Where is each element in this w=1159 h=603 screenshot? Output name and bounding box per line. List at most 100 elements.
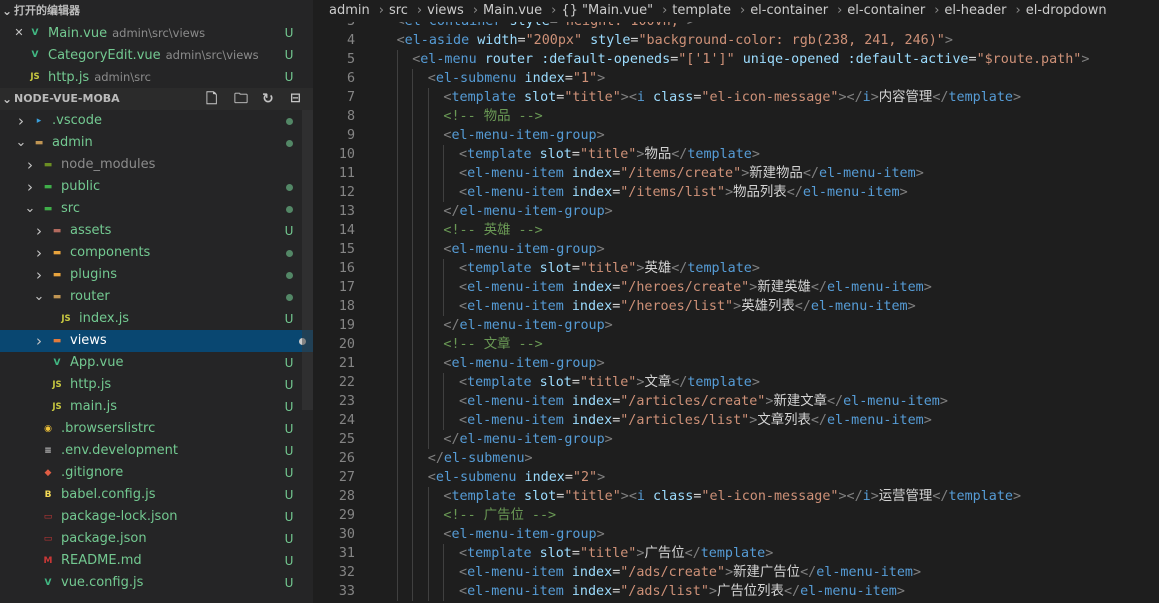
open-editor-item[interactable]: V CategoryEdit.vue admin\src\views U: [0, 44, 300, 66]
chevron-down-icon[interactable]: ⌄: [32, 286, 46, 308]
code-line[interactable]: 29 <!-- 广告位 -->: [313, 506, 1159, 525]
breadcrumb-item[interactable]: Main.vue: [483, 3, 542, 18]
tree-item-readme-md[interactable]: M README.md U: [0, 550, 300, 572]
open-editor-item[interactable]: ✕ V Main.vue admin\src\views U: [0, 22, 300, 44]
chevron-down-icon[interactable]: ⌄: [23, 198, 37, 220]
breadcrumb-item[interactable]: el-dropdown: [1026, 3, 1107, 18]
tree-item-http-js[interactable]: JS http.js U: [0, 374, 300, 396]
new-file-icon[interactable]: 🗋: [206, 88, 217, 110]
code-line[interactable]: 4 <el-aside width="200px" style="backgrou…: [313, 31, 1159, 50]
tree-item-label: plugins: [70, 267, 117, 282]
code-text: <el-menu-item index="/items/list">物品列表</…: [459, 185, 908, 200]
breadcrumb-item[interactable]: {} "Main.vue": [561, 3, 653, 18]
tree-item-views[interactable]: › ▬ views: [0, 330, 313, 352]
breadcrumb-item[interactable]: el-container: [847, 3, 925, 18]
code-line[interactable]: 23 <el-menu-item index="/articles/create"…: [313, 392, 1159, 411]
code-line[interactable]: 28 <template slot="title"><i class="el-ic…: [313, 487, 1159, 506]
close-icon[interactable]: ✕: [12, 22, 26, 44]
code-line[interactable]: 13 </el-menu-item-group>: [313, 202, 1159, 221]
tree-item-node-modules[interactable]: › ▬ node_modules: [0, 154, 300, 176]
chevron-right-icon[interactable]: ›: [32, 242, 46, 264]
tree-item-index-js[interactable]: JS index.js U: [0, 308, 300, 330]
code-line[interactable]: 17 <el-menu-item index="/heroes/create">新…: [313, 278, 1159, 297]
tree-item-browserslistrc[interactable]: ◉ .browserslistrc U: [0, 418, 300, 440]
breadcrumb-item[interactable]: views: [427, 3, 464, 18]
code-line[interactable]: 30 <el-menu-item-group>: [313, 525, 1159, 544]
tree-item-main-js[interactable]: JS main.js U: [0, 396, 300, 418]
chevron-right-icon[interactable]: ›: [14, 110, 28, 132]
breadcrumb-item[interactable]: el-header: [944, 3, 1006, 18]
tree-item-package-json[interactable]: ▭ package.json U: [0, 528, 300, 550]
chevron-right-icon[interactable]: ›: [32, 330, 46, 352]
chevron-right-icon[interactable]: ›: [32, 220, 46, 242]
tree-item-label: package-lock.json: [61, 509, 178, 524]
code-line[interactable]: 14 <!-- 英雄 -->: [313, 221, 1159, 240]
code-line[interactable]: 18 <el-menu-item index="/heroes/list">英雄列…: [313, 297, 1159, 316]
refresh-icon[interactable]: ↻: [262, 88, 274, 110]
code-editor[interactable]: 3<el-container style="height: 100vh;">4<…: [313, 0, 1159, 603]
tree-item-plugins[interactable]: › ▬ plugins: [0, 264, 300, 286]
code-line[interactable]: 6 <el-submenu index="1">: [313, 69, 1159, 88]
breadcrumb-item[interactable]: template: [672, 3, 731, 18]
code-line[interactable]: 25 </el-menu-item-group>: [313, 430, 1159, 449]
line-number: 20: [338, 337, 355, 352]
code-line[interactable]: 11 <el-menu-item index="/items/create">新建…: [313, 164, 1159, 183]
tree-item-vue-config-js[interactable]: Vvue.config.js U: [0, 572, 300, 594]
code-line[interactable]: 22 <template slot="title">文章</template>: [313, 373, 1159, 392]
breadcrumb-item[interactable]: el-container: [750, 3, 828, 18]
code-line[interactable]: 12 <el-menu-item index="/items/list">物品列表…: [313, 183, 1159, 202]
workspace-header[interactable]: ⌄ NODE-VUE-MOBA 🗋 🗀 ↻ ⊟: [0, 88, 313, 110]
code-line[interactable]: 10 <template slot="title">物品</template>: [313, 145, 1159, 164]
code-line[interactable]: 7 <template slot="title"><i class="el-ico…: [313, 88, 1159, 107]
tree-item-package-lock-json[interactable]: ▭ package-lock.json U: [0, 506, 300, 528]
chevron-right-icon[interactable]: ›: [23, 176, 37, 198]
new-folder-icon[interactable]: 🗀: [234, 88, 248, 110]
code-line[interactable]: 24 <el-menu-item index="/articles/list">文…: [313, 411, 1159, 430]
chevron-right-icon[interactable]: ›: [23, 154, 37, 176]
code-text: <el-menu-item index="/items/create">新建物品…: [459, 166, 924, 181]
tree-item-label: components: [70, 245, 151, 260]
modified-dot: [286, 250, 293, 257]
indent-guide: [427, 164, 429, 183]
modified-dot: [286, 272, 293, 279]
code-line[interactable]: 20 <!-- 文章 -->: [313, 335, 1159, 354]
code-line[interactable]: 27 <el-submenu index="2">: [313, 468, 1159, 487]
indent-guide: [396, 487, 398, 506]
code-line[interactable]: 5 <el-menu router :default-openeds="['1']…: [313, 50, 1159, 69]
tree-item-gitignore[interactable]: ◆ .gitignore U: [0, 462, 300, 484]
tree-item-assets[interactable]: › ▬ assets U: [0, 220, 300, 242]
code-line[interactable]: 32 <el-menu-item index="/ads/create">新建广告…: [313, 563, 1159, 582]
open-editor-item[interactable]: JS http.js admin\src U: [0, 66, 300, 88]
tree-item-router[interactable]: ⌄ ▬ router: [0, 286, 300, 308]
breadcrumb-separator: ›: [1015, 3, 1021, 18]
breadcrumb-item[interactable]: admin: [329, 3, 370, 18]
tree-item-public[interactable]: › ▬ public: [0, 176, 300, 198]
git-status-badge: U: [284, 26, 294, 40]
code-line[interactable]: 16 <template slot="title">英雄</template>: [313, 259, 1159, 278]
code-line[interactable]: 15 <el-menu-item-group>: [313, 240, 1159, 259]
tree-item-babel-config-js[interactable]: Bbabel.config.js U: [0, 484, 300, 506]
breadcrumb-item[interactable]: src: [389, 3, 408, 18]
code-line[interactable]: 21 <el-menu-item-group>: [313, 354, 1159, 373]
code-line[interactable]: 19 </el-menu-item-group>: [313, 316, 1159, 335]
sidebar-scrollbar[interactable]: [302, 110, 313, 410]
code-line[interactable]: 31 <template slot="title">广告位</template>: [313, 544, 1159, 563]
indent-guide: [396, 354, 398, 373]
tree-item-vscode[interactable]: › ▸ .vscode: [0, 110, 300, 132]
tree-item-app-vue[interactable]: V App.vue U: [0, 352, 300, 374]
tree-item-admin[interactable]: ⌄ ▬ admin: [0, 132, 300, 154]
collapse-all-icon[interactable]: ⊟: [290, 88, 301, 110]
code-line[interactable]: 33 <el-menu-item index="/ads/list">广告位列表<…: [313, 582, 1159, 601]
git-status-badge: U: [284, 422, 294, 436]
chevron-down-icon[interactable]: ⌄: [14, 132, 28, 154]
code-line[interactable]: 8 <!-- 物品 -->: [313, 107, 1159, 126]
tree-item-src[interactable]: ⌄ ▬ src: [0, 198, 300, 220]
indent-guide: [412, 430, 414, 449]
breadcrumb-separator: ›: [472, 3, 479, 18]
tree-item-env-development[interactable]: ≡ .env.development U: [0, 440, 300, 462]
chevron-right-icon[interactable]: ›: [32, 264, 46, 286]
tree-item-components[interactable]: › ▬ components: [0, 242, 300, 264]
code-line[interactable]: 26 </el-submenu>: [313, 449, 1159, 468]
open-editors-header[interactable]: ⌄ 打开的编辑器: [0, 0, 313, 22]
code-line[interactable]: 9 <el-menu-item-group>: [313, 126, 1159, 145]
